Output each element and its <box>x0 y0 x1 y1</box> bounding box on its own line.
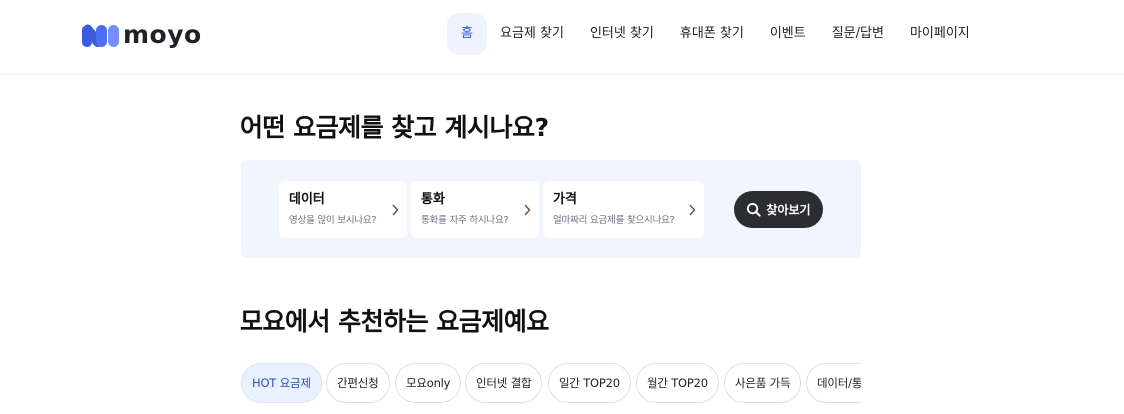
logo[interactable]: moyo <box>80 20 202 50</box>
plan-finder-panel: 데이터 영상을 많이 보시나요? 통화 통화를 자주 하시나요? 가격 얼마짜리… <box>241 160 861 258</box>
moyo-logo-mark-icon <box>82 24 119 48</box>
chevron-right-icon <box>524 204 531 216</box>
chip-hot-plans[interactable]: HOT 요금제 <box>241 363 322 403</box>
price-filter-description: 얼마짜리 요금제를 찾으시나요? <box>553 215 675 226</box>
main-nav: 홈 요금제 찾기 인터넷 찾기 휴대폰 찾기 이벤트 질문/답변 마이페이지 <box>447 13 983 55</box>
call-filter-card[interactable]: 통화 통화를 자주 하시나요? <box>411 181 539 238</box>
data-filter-title: 데이터 <box>289 192 325 207</box>
plan-finder-heading: 어떤 요금제를 찾고 계시나요? <box>240 113 549 142</box>
recommend-heading: 모요에서 추천하는 요금제예요 <box>240 307 549 336</box>
nav-item-home[interactable]: 홈 <box>447 13 487 55</box>
price-filter-title: 가격 <box>553 192 577 207</box>
nav-item-internet-finder[interactable]: 인터넷 찾기 <box>577 13 667 55</box>
nav-item-plan-finder[interactable]: 요금제 찾기 <box>487 13 577 55</box>
data-filter-card[interactable]: 데이터 영상을 많이 보시나요? <box>279 181 407 238</box>
recommend-filter-chips: HOT 요금제 간편신청 모요only 인터넷 결합 일간 TOP20 월간 T… <box>241 363 861 405</box>
nav-item-mypage[interactable]: 마이페이지 <box>897 13 983 55</box>
chip-easy-apply[interactable]: 간편신청 <box>326 363 390 403</box>
chip-gifts[interactable]: 사은품 가득 <box>724 363 802 403</box>
chip-monthly-top20[interactable]: 월간 TOP20 <box>636 363 719 403</box>
call-filter-description: 통화를 자주 하시나요? <box>421 215 509 226</box>
nav-item-phone-finder[interactable]: 휴대폰 찾기 <box>667 13 757 55</box>
chip-internet-bundle[interactable]: 인터넷 결합 <box>465 363 543 403</box>
price-filter-card[interactable]: 가격 얼마짜리 요금제를 찾으시나요? <box>543 181 704 238</box>
search-button-label: 찾아보기 <box>766 203 811 217</box>
chip-data-call[interactable]: 데이터/통화 <box>806 363 861 403</box>
nav-item-qna[interactable]: 질문/답변 <box>819 13 897 55</box>
call-filter-title: 통화 <box>421 192 445 207</box>
nav-item-events[interactable]: 이벤트 <box>757 13 819 55</box>
chevron-right-icon <box>392 204 399 216</box>
chevron-right-icon <box>689 204 696 216</box>
search-button[interactable]: 찾아보기 <box>734 191 823 228</box>
site-header: moyo 홈 요금제 찾기 인터넷 찾기 휴대폰 찾기 이벤트 질문/답변 마이… <box>0 0 1124 75</box>
chip-moyo-only[interactable]: 모요only <box>395 363 462 403</box>
logo-wordmark: moyo <box>123 20 202 49</box>
data-filter-description: 영상을 많이 보시나요? <box>289 215 377 226</box>
search-icon <box>747 202 762 217</box>
chip-daily-top20[interactable]: 일간 TOP20 <box>548 363 631 403</box>
